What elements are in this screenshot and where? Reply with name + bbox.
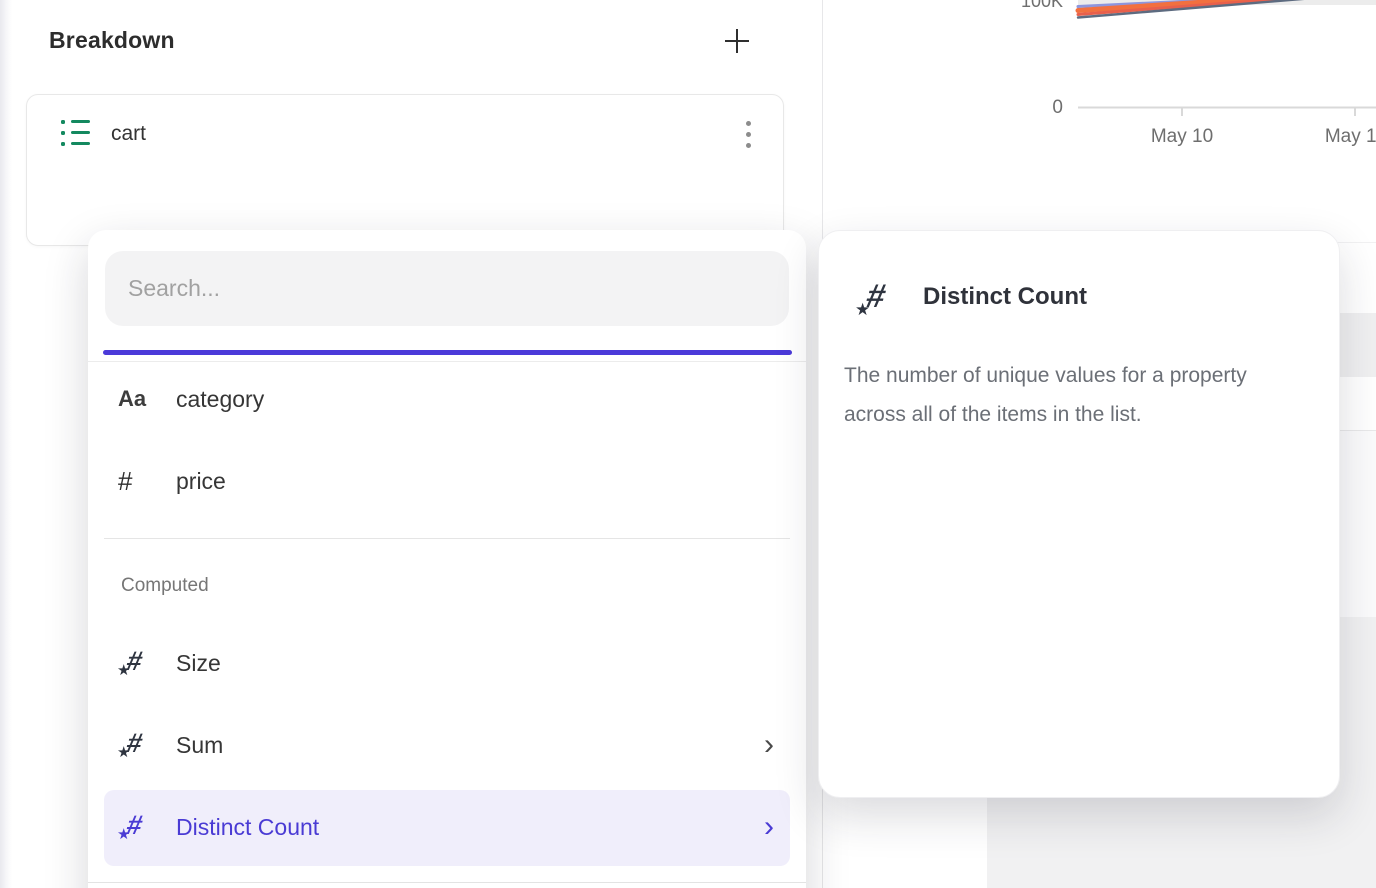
line-chart	[823, 0, 1376, 150]
computed-number-icon: #★	[118, 725, 158, 765]
list-property-icon	[61, 120, 91, 147]
dropdown-item-sum[interactable]: #★ Sum ›	[88, 704, 806, 786]
property-dropdown: Aa category # price Computed #★ Size #★ …	[88, 230, 806, 888]
dropdown-item-label: Sum	[176, 732, 223, 759]
computed-number-icon: #★	[118, 807, 158, 847]
tooltip-title: Distinct Count	[923, 283, 1087, 311]
tooltip-description: The number of unique values for a proper…	[844, 356, 1310, 434]
breakdown-card: cart Aa brand	[26, 94, 784, 246]
search-input[interactable]	[105, 251, 789, 326]
dropdown-item-label: Size	[176, 650, 221, 677]
computed-number-icon: #★	[855, 273, 905, 323]
selected-item-scroll-indicator	[103, 350, 792, 355]
dropdown-item-label: Distinct Count	[176, 814, 319, 841]
x-axis-tick-may17: May 17	[1313, 126, 1376, 148]
dropdown-bottom-divider	[88, 882, 806, 883]
app-page: 100K 0 May 10 May 17 Breakdown cart Aa b…	[0, 0, 1376, 888]
computed-number-icon: #★	[118, 643, 158, 683]
computed-section-label: Computed	[121, 575, 209, 597]
chevron-right-icon: ›	[764, 730, 774, 760]
number-type-icon: #	[118, 466, 132, 497]
add-breakdown-button plus-icon[interactable]	[723, 27, 751, 55]
dropdown-item-category[interactable]: Aa category	[88, 358, 806, 440]
breakdown-title: Breakdown	[49, 27, 175, 54]
page-left-shadow	[0, 0, 12, 888]
x-axis-tick-may10: May 10	[1139, 126, 1225, 148]
chevron-right-icon: ›	[764, 812, 774, 842]
text-type-icon: Aa	[118, 386, 146, 412]
distinct-count-tooltip: #★ Distinct Count The number of unique v…	[818, 230, 1340, 798]
list-property-name: cart	[111, 122, 146, 146]
y-axis-tick-0: 0	[983, 97, 1063, 119]
y-axis-tick-100k: 100K	[983, 0, 1063, 12]
dropdown-item-size[interactable]: #★ Size	[88, 622, 806, 704]
dropdown-divider	[104, 538, 790, 539]
dropdown-item-price[interactable]: # price	[88, 440, 806, 522]
dropdown-item-label: price	[176, 468, 226, 495]
more-options-icon[interactable]	[732, 117, 764, 155]
dropdown-item-label: category	[176, 386, 264, 413]
dropdown-item-distinct-count[interactable]: #★ Distinct Count ›	[88, 786, 806, 868]
